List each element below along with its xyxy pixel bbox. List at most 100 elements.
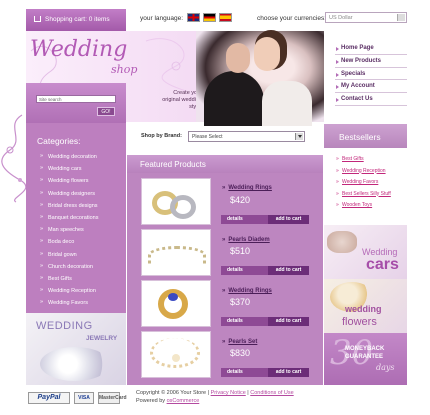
tagline-line: Create your [173,90,202,96]
currency-label: choose your currencies: [257,15,327,22]
english-flag-icon[interactable] [187,13,200,22]
bestseller-link[interactable]: Best Gifts [324,156,407,168]
nav-item-contact-us[interactable]: Contact Us [335,93,407,106]
details-button[interactable]: details [227,317,243,326]
mastercard-logo: MasterCard [98,392,127,404]
product-image[interactable] [141,178,211,225]
currency-value: US Dollar [329,15,353,21]
copyright-text: Copyright © 2006 Your Store [136,390,207,396]
privacy-link[interactable]: Privacy Notice [211,390,246,396]
jewelry-banner-subtitle: JEWELRY [86,335,118,342]
details-button[interactable]: details [227,266,243,275]
separator: | [247,390,249,396]
paypal-logo: PayPal [28,392,70,404]
nav-item-my-account[interactable]: My Account [335,80,407,94]
category-item[interactable]: Best Gifts [26,273,126,285]
search-go-button[interactable]: GO! [97,107,115,116]
tagline-line: style! [140,104,202,111]
brand-select[interactable]: Please Select [188,131,305,142]
product-name-link[interactable]: Pearls Diadem [222,237,269,243]
nav-item-new-products[interactable]: New Products [335,55,407,68]
german-flag-icon[interactable] [203,13,216,22]
featured-title: Featured Products [140,160,206,169]
cart-icon [34,16,41,22]
couple-photo [196,31,324,126]
language-label: your language: [140,15,184,22]
product-name-link[interactable]: Wedding Rings [222,185,272,191]
bestseller-link[interactable]: Wedding Favors [324,179,407,191]
spanish-flag-icon[interactable] [219,13,232,22]
category-item[interactable]: Bridal gown [26,249,126,261]
search-panel [26,83,126,123]
nav-item-specials[interactable]: Specials [335,68,407,81]
brand-select-value: Please Select [192,134,223,140]
product-price: $510 [230,246,251,256]
cars-banner-subtitle: cars [366,256,399,273]
bestseller-link[interactable]: Wooden Toys [324,202,407,214]
add-to-cart-button[interactable]: add to cart [268,317,309,326]
category-item[interactable]: Wedding cars [26,163,126,175]
category-item[interactable]: Wedding flowers [26,175,126,187]
category-item[interactable]: Bridal dress designs [26,200,126,212]
currency-select[interactable]: US Dollar [325,12,407,23]
nav-item-home[interactable]: Home Page [335,42,407,55]
visa-logo: VISA [74,392,94,404]
guarantee-line: GUARANTEE [345,354,384,360]
search-input[interactable]: Site search [36,95,116,103]
categories-title: Categories: [37,136,81,146]
jewelry-image [40,347,110,381]
brand-filter-label: Shop by Brand: [141,133,182,139]
jewelry-banner-title: WEDDING [36,320,93,332]
bestsellers-title: Bestsellers [339,132,381,142]
header-tagline: Create your original wedding style! [140,90,202,111]
add-to-cart-button[interactable]: add to cart [268,266,309,275]
categories-list: Wedding decoration Wedding cars Wedding … [26,151,126,309]
category-item[interactable]: Church decoration [26,261,126,273]
category-item[interactable]: Wedding Favors [26,297,126,309]
bestseller-link[interactable]: Wedding Reception [324,168,407,180]
main-nav: Home Page New Products Specials My Accou… [335,42,407,106]
flowers-banner-title: wedding [345,304,382,314]
details-button[interactable]: details [227,368,243,377]
category-item[interactable]: Wedding decoration [26,151,126,163]
product-price: $370 [230,297,251,307]
flowers-banner-subtitle: flowers [342,316,377,328]
add-to-cart-button[interactable]: add to cart [268,368,309,377]
product-actions: details add to cart [221,266,309,275]
swirl-decoration [1,114,26,203]
product-image[interactable] [141,229,211,276]
category-item[interactable]: Banquet decorations [26,212,126,224]
product-image[interactable] [141,280,211,327]
chevron-down-icon [295,133,303,140]
car-image [327,231,357,253]
add-to-cart-button[interactable]: add to cart [268,215,309,224]
product-name-link[interactable]: Wedding Rings [222,288,272,294]
details-button[interactable]: details [227,215,243,224]
category-item[interactable]: Wedding designers [26,188,126,200]
moneyback-line: MONEYBACK [345,346,385,352]
separator: | [207,390,210,396]
product-actions: details add to cart [221,215,309,224]
category-item[interactable]: Man speeches [26,224,126,236]
cart-label: Shopping cart: 0 items [45,16,110,23]
site-logo[interactable]: Wedding [30,37,127,62]
product-actions: details add to cart [221,317,309,326]
shopping-cart-button[interactable]: Shopping cart: 0 items [26,9,126,31]
tagline-line: original wedding [162,97,202,103]
days-line: days [376,363,395,372]
bestseller-link[interactable]: Best Sellers Silly Stuff [324,191,407,203]
category-item[interactable]: Boda deco [26,236,126,248]
product-price: $420 [230,195,251,205]
product-name-link[interactable]: Pearls Set [222,339,257,345]
product-actions: details add to cart [221,368,309,377]
oscommerce-link[interactable]: osCommerce [167,398,200,404]
conditions-link[interactable]: Conditions of Use [250,390,293,396]
chevron-down-icon [397,14,405,21]
product-image[interactable] [141,331,211,378]
category-item[interactable]: Wedding Reception [26,285,126,297]
copyright-block: Copyright © 2006 Your Store | Privacy No… [136,390,294,405]
powered-by-text: Powered by [136,397,166,404]
moneyback-days-number: 30 [330,333,374,373]
product-price: $830 [230,348,251,358]
site-logo-sub: shop [111,63,138,76]
